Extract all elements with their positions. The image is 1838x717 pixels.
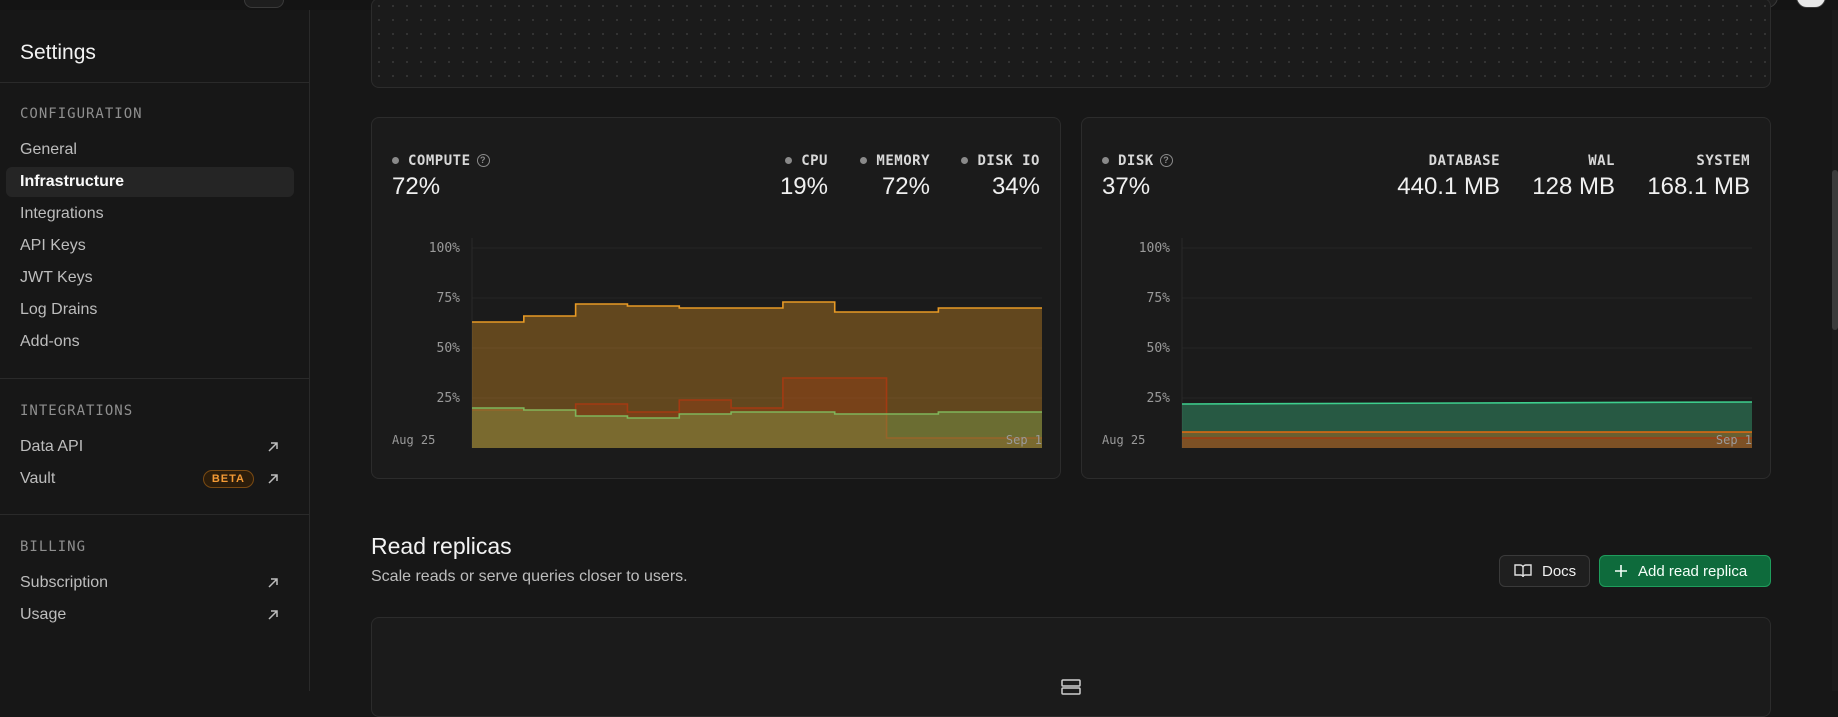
- sidebar-item-jwt-keys[interactable]: JWT Keys: [6, 263, 294, 293]
- docs-button[interactable]: Docs: [1499, 555, 1590, 587]
- sidebar-item-general[interactable]: General: [6, 135, 294, 165]
- series-area-system: [1182, 438, 1752, 448]
- sidebar-item-label: General: [20, 141, 77, 158]
- y-tick-label: 100%: [429, 241, 460, 256]
- sidebar-item-integrations[interactable]: Integrations: [6, 199, 294, 229]
- divider: [0, 514, 310, 515]
- diagram-card: [371, 0, 1771, 88]
- read-replicas-subtitle: Scale reads or serve queries closer to u…: [371, 568, 688, 585]
- add-read-replica-button[interactable]: Add read replica: [1599, 555, 1771, 587]
- y-tick-label: 25%: [437, 391, 461, 406]
- sidebar-item-label: Log Drains: [20, 301, 98, 318]
- sidebar-item-api-keys[interactable]: API Keys: [6, 231, 294, 261]
- sidebar-item-label: API Keys: [20, 237, 86, 254]
- beta-badge: BETA: [202, 470, 254, 488]
- read-replicas-empty-card: [371, 617, 1771, 717]
- disk-chart: 100% 75% 50% 25% Aug 25 Sep 1: [1102, 238, 1753, 448]
- external-link-icon: [268, 474, 278, 484]
- book-icon: [1514, 564, 1532, 578]
- compute-chart: 100% 75% 50% 25% Aug 25 Sep 1: [392, 238, 1042, 448]
- x-start-label: Aug 25: [392, 433, 435, 447]
- sidebar-item-data-api[interactable]: Data API: [6, 432, 294, 462]
- database-icon: [1061, 679, 1081, 695]
- compute-card: COMPUTE? 72% CPU 19% MEMORY 72% DISK IO …: [371, 117, 1061, 479]
- y-tick-label: 100%: [1139, 241, 1170, 256]
- avatar[interactable]: [1796, 0, 1826, 8]
- scrollbar[interactable]: [1832, 10, 1838, 691]
- y-tick-label: 75%: [437, 291, 461, 306]
- sidebar-title: Settings: [20, 41, 96, 64]
- sidebar-item-label: Add-ons: [20, 333, 80, 350]
- external-link-icon: [268, 442, 278, 452]
- section-heading-billing: BILLING: [20, 539, 87, 555]
- scrollbar-thumb[interactable]: [1832, 170, 1838, 330]
- sidebar-item-label: Data API: [20, 438, 84, 455]
- divider: [0, 82, 310, 83]
- docs-button-label: Docs: [1542, 562, 1577, 580]
- add-read-replica-label: Add read replica: [1638, 562, 1748, 580]
- main-content: COMPUTE? 72% CPU 19% MEMORY 72% DISK IO …: [311, 0, 1838, 717]
- external-link-icon: [268, 610, 278, 620]
- sidebar-item-usage[interactable]: Usage: [6, 600, 294, 630]
- sidebar-item-add-ons[interactable]: Add-ons: [6, 327, 294, 357]
- plus-icon: [1615, 565, 1627, 577]
- sidebar-item-subscription[interactable]: Subscription: [6, 568, 294, 598]
- sidebar-item-label: JWT Keys: [20, 269, 93, 286]
- sidebar-item-label: Vault: [20, 470, 56, 487]
- y-tick-label: 25%: [1147, 391, 1171, 406]
- header-pill[interactable]: [244, 0, 284, 8]
- sidebar-item-label: Infrastructure: [20, 173, 125, 190]
- divider: [0, 378, 310, 379]
- sidebar-item-log-drains[interactable]: Log Drains: [6, 295, 294, 325]
- disk-card: DISK? 37% DATABASE 440.1 MB WAL 128 MB S…: [1081, 117, 1771, 479]
- x-end-label: Sep 1: [1716, 433, 1752, 447]
- sidebar-item-label: Subscription: [20, 574, 109, 591]
- sidebar-item-vault[interactable]: Vault BETA: [6, 464, 294, 494]
- section-heading-integrations: INTEGRATIONS: [20, 403, 134, 419]
- section-heading-configuration: CONFIGURATION: [20, 106, 143, 122]
- series-area-cpu: [472, 408, 1042, 448]
- x-start-label: Aug 25: [1102, 433, 1145, 447]
- sidebar-item-infrastructure[interactable]: Infrastructure: [6, 167, 294, 197]
- y-tick-label: 75%: [1147, 291, 1171, 306]
- x-end-label: Sep 1: [1006, 433, 1042, 447]
- sidebar-item-label: Usage: [20, 606, 67, 623]
- y-tick-label: 50%: [1147, 341, 1171, 356]
- read-replicas-title: Read replicas: [371, 533, 512, 559]
- sidebar-item-label: Integrations: [20, 205, 104, 222]
- external-link-icon: [268, 578, 278, 588]
- y-tick-label: 50%: [437, 341, 461, 356]
- settings-sidebar: Settings CONFIGURATION General Infrastru…: [0, 10, 310, 691]
